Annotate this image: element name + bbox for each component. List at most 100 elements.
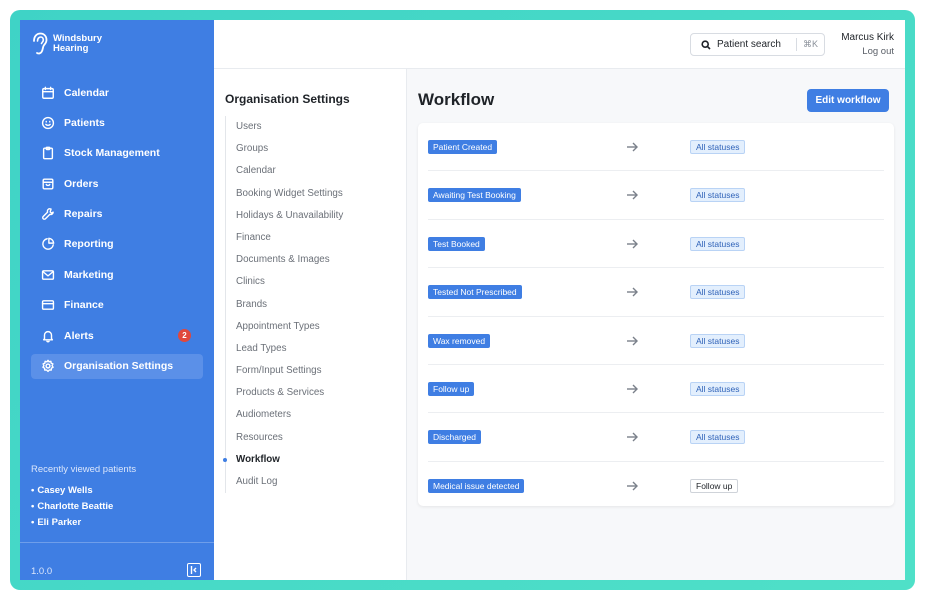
- settings-item-finance[interactable]: Finance: [236, 227, 343, 249]
- settings-item-form-input[interactable]: Form/Input Settings: [236, 360, 343, 382]
- workflow-row: Follow up All statuses: [428, 365, 884, 414]
- settings-item-holidays[interactable]: Holidays & Unavailability: [236, 205, 343, 227]
- to-status-tag: All statuses: [690, 333, 746, 348]
- gear-icon: [40, 358, 56, 374]
- sidebar-item-reporting[interactable]: Reporting: [31, 232, 203, 257]
- settings-item-users[interactable]: Users: [236, 116, 343, 138]
- to-status-tag: All statuses: [690, 382, 746, 396]
- settings-item-lead-types[interactable]: Lead Types: [236, 338, 343, 360]
- arrow-right-icon: [626, 334, 640, 348]
- sidebar-item-label: Calendar: [64, 86, 109, 99]
- sidebar-divider: [20, 542, 214, 543]
- from-status-tag: Follow up: [428, 382, 475, 396]
- sidebar-item-organisation-settings[interactable]: Organisation Settings: [31, 353, 203, 379]
- workflow-row: Test Booked All statuses: [428, 220, 884, 269]
- collapse-sidebar-button[interactable]: [187, 563, 201, 577]
- brand-logo[interactable]: Windsbury Hearing: [31, 32, 102, 56]
- settings-item-appointment-types[interactable]: Appointment Types: [236, 316, 343, 338]
- patient-search-button[interactable]: Patient search ⌘K: [690, 33, 825, 56]
- search-shortcut: ⌘K: [795, 38, 818, 51]
- logout-link[interactable]: Log out: [862, 46, 894, 57]
- to-status-tag: All statuses: [690, 140, 746, 154]
- sidebar-item-marketing[interactable]: Marketing: [31, 262, 203, 287]
- workflow-row: Patient Created All statuses: [428, 123, 884, 172]
- settings-nav: Organisation Settings Users Groups Calen…: [214, 69, 407, 580]
- settings-item-audit-log[interactable]: Audit Log: [236, 471, 343, 493]
- sidebar-item-label: Repairs: [64, 208, 103, 221]
- sidebar-nav: Calendar Patients Stock Management Order…: [31, 80, 203, 384]
- top-bar: Patient search ⌘K Marcus Kirk Log out: [214, 20, 905, 69]
- sidebar-item-label: Stock Management: [64, 147, 160, 160]
- workflow-row: Discharged All statuses: [428, 413, 884, 462]
- sidebar-item-label: Patients: [64, 116, 105, 129]
- settings-title: Organisation Settings: [225, 92, 350, 106]
- patient-search-label: Patient search: [717, 39, 781, 50]
- clipboard-icon: [40, 145, 56, 161]
- from-status-tag: Tested Not Prescribed: [428, 285, 522, 300]
- settings-item-calendar[interactable]: Calendar: [236, 160, 343, 182]
- settings-item-resources[interactable]: Resources: [236, 427, 343, 449]
- arrow-right-icon: [626, 237, 640, 251]
- from-status-tag: Wax removed: [428, 333, 491, 348]
- sidebar-item-calendar[interactable]: Calendar: [31, 80, 203, 105]
- settings-item-clinics[interactable]: Clinics: [236, 271, 343, 293]
- brand-line-2: Hearing: [53, 43, 89, 54]
- search-icon: [701, 39, 711, 50]
- sidebar-item-repairs[interactable]: Repairs: [31, 202, 203, 227]
- settings-item-workflow[interactable]: Workflow: [222, 449, 343, 471]
- sidebar-item-label: Reporting: [64, 238, 114, 251]
- arrow-right-icon: [626, 188, 640, 202]
- edit-workflow-button[interactable]: Edit workflow: [807, 89, 889, 112]
- recent-patient-link[interactable]: Casey Wells: [31, 483, 136, 499]
- credit-card-icon: [40, 297, 56, 313]
- arrow-right-icon: [626, 479, 640, 493]
- sidebar-item-orders[interactable]: Orders: [31, 171, 203, 196]
- window-frame: Windsbury Hearing Calendar Patients Stoc…: [10, 10, 915, 590]
- sidebar: Windsbury Hearing Calendar Patients Stoc…: [20, 20, 214, 580]
- workflow-row: Medical issue detected Follow up: [428, 462, 884, 510]
- collapse-icon: [190, 566, 197, 574]
- alerts-count-badge: 2: [178, 329, 191, 343]
- workflow-row: Tested Not Prescribed All statuses: [428, 268, 884, 317]
- box-icon: [40, 176, 56, 192]
- workflow-row: Wax removed All statuses: [428, 317, 884, 365]
- to-status-tag: All statuses: [690, 430, 746, 445]
- arrow-right-icon: [626, 140, 640, 154]
- settings-item-brands[interactable]: Brands: [236, 294, 343, 316]
- sidebar-item-stock-management[interactable]: Stock Management: [31, 141, 203, 166]
- workflow-row: Awaiting Test Booking All statuses: [428, 171, 884, 220]
- recent-patient-link[interactable]: Charlotte Beattie: [31, 499, 136, 515]
- arrow-right-icon: [626, 430, 640, 444]
- from-status-tag: Test Booked: [428, 236, 485, 251]
- settings-item-booking-widget[interactable]: Booking Widget Settings: [236, 183, 343, 205]
- bell-icon: [40, 328, 56, 344]
- calendar-icon: [40, 85, 56, 101]
- sidebar-item-label: Alerts: [64, 329, 94, 342]
- settings-list: Users Groups Calendar Booking Widget Set…: [222, 116, 343, 494]
- recent-patient-link[interactable]: Eli Parker: [31, 515, 136, 531]
- app-window: Windsbury Hearing Calendar Patients Stoc…: [20, 20, 905, 580]
- sidebar-item-label: Orders: [64, 177, 99, 190]
- settings-item-documents[interactable]: Documents & Images: [236, 249, 343, 271]
- settings-item-groups[interactable]: Groups: [236, 138, 343, 160]
- to-status-tag: All statuses: [690, 285, 746, 300]
- workflow-panel: Workflow Edit workflow Patient Created A…: [407, 69, 905, 580]
- brand-name: Windsbury Hearing: [53, 34, 102, 54]
- arrow-right-icon: [626, 285, 640, 299]
- sidebar-item-patients[interactable]: Patients: [31, 110, 203, 135]
- from-status-tag: Patient Created: [428, 140, 498, 154]
- to-status-tag: All statuses: [690, 188, 746, 203]
- sidebar-item-alerts[interactable]: Alerts 2: [31, 323, 203, 348]
- sidebar-item-finance[interactable]: Finance: [31, 293, 203, 318]
- workflow-card: Patient Created All statuses Awaiting Te…: [418, 123, 894, 506]
- wrench-icon: [40, 206, 56, 222]
- arrow-right-icon: [626, 382, 640, 396]
- recent-patients-title: Recently viewed patients: [31, 464, 137, 475]
- to-status-tag: All statuses: [690, 236, 746, 251]
- sidebar-item-label: Organisation Settings: [64, 360, 174, 373]
- settings-item-audiometers[interactable]: Audiometers: [236, 404, 343, 426]
- smile-icon: [40, 115, 56, 131]
- pie-chart-icon: [40, 236, 56, 252]
- settings-item-products-services[interactable]: Products & Services: [236, 382, 343, 404]
- from-status-tag: Awaiting Test Booking: [428, 188, 521, 203]
